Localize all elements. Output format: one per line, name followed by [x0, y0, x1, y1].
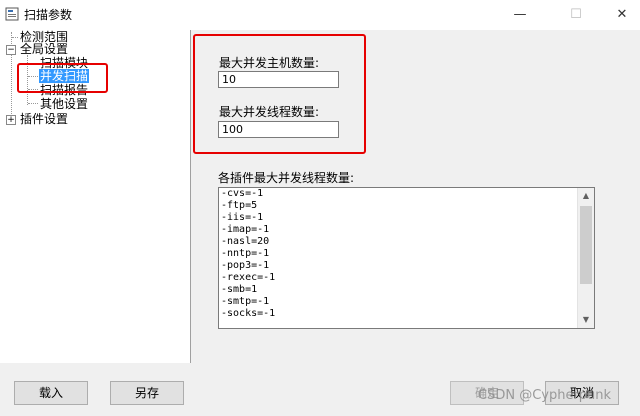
plugin-threads-label: 各插件最大并发线程数量: — [218, 171, 355, 185]
plugin-thread-line: -rexec=-1 — [221, 272, 276, 283]
plugin-thread-line: -socks=-1 — [221, 308, 276, 319]
scroll-down-icon[interactable]: ▼ — [578, 312, 594, 328]
plugin-thread-line: -imap=-1 — [221, 224, 270, 235]
tree-item-global-settings[interactable]: 全局设置 — [20, 43, 68, 56]
close-button[interactable]: ✕ — [612, 6, 632, 24]
app-icon — [5, 7, 19, 21]
max-hosts-input[interactable]: 10 — [218, 71, 339, 88]
max-hosts-label: 最大并发主机数量: — [219, 56, 320, 70]
tree-connector — [12, 37, 18, 38]
max-threads-input[interactable]: 100 — [218, 121, 339, 138]
scroll-thumb[interactable] — [580, 206, 592, 284]
save-as-button[interactable]: 另存 — [110, 381, 184, 405]
plugin-thread-line: -cvs=-1 — [221, 188, 264, 199]
plugin-thread-line: -nntp=-1 — [221, 248, 270, 259]
collapse-icon[interactable]: − — [6, 45, 16, 55]
tree-item-other-settings[interactable]: 其他设置 — [40, 98, 88, 111]
watermark: CSDN @Cypherpunk — [478, 388, 612, 403]
tree-item-plugin-settings[interactable]: 插件设置 — [20, 113, 68, 126]
maximize-button[interactable]: ☐ — [566, 6, 586, 24]
load-button[interactable]: 载入 — [14, 381, 88, 405]
plugin-thread-line: -iis=-1 — [221, 212, 264, 223]
plugin-threads-textarea[interactable]: -cvs=-1 -ftp=5 -iis=-1 -imap=-1 -nasl=20 -nnt… — [218, 187, 595, 329]
window-title: 扫描参数 — [24, 8, 73, 22]
plugin-threads-list: -cvs=-1 -ftp=5 -iis=-1 -imap=-1 -nasl=20 -nnt… — [219, 188, 594, 320]
expand-icon[interactable]: + — [6, 115, 16, 125]
plugin-thread-line: -nasl=20 — [221, 236, 270, 247]
title-bar: 扫描参数 — ☐ ✕ — [0, 0, 640, 30]
minimize-button[interactable]: — — [510, 6, 530, 24]
settings-tree: 检测范围 − 全局设置 扫描模块 并发扫描 扫描报告 其他设置 + 插件设置 — [0, 30, 191, 363]
plugin-thread-line: -smtp=-1 — [221, 296, 270, 307]
tree-item-label: 全局设置 — [20, 42, 69, 56]
tree-connector — [28, 103, 38, 104]
plugin-thread-line: -smb=1 — [221, 284, 258, 295]
tree-item-label: 其他设置 — [40, 97, 89, 111]
vertical-scrollbar[interactable]: ▲ ▼ — [577, 188, 594, 328]
scroll-up-icon[interactable]: ▲ — [578, 188, 594, 204]
tree-item-label: 插件设置 — [20, 112, 69, 126]
highlight-annotation — [17, 63, 108, 93]
max-threads-label: 最大并发线程数量: — [219, 105, 320, 119]
plugin-thread-line: -ftp=5 — [221, 200, 258, 211]
plugin-thread-line: -pop3=-1 — [221, 260, 270, 271]
